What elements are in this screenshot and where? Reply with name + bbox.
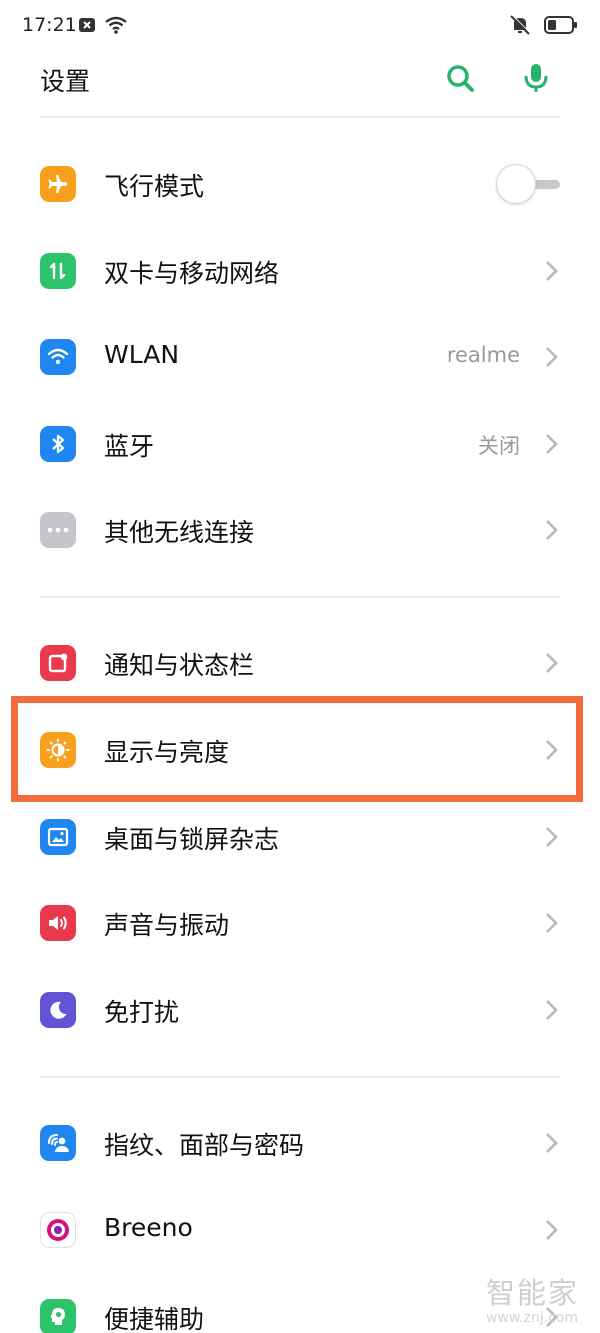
- settings-item-label: 桌面与锁屏杂志: [104, 825, 280, 854]
- notification-icon: [40, 645, 76, 681]
- moon-icon: [40, 992, 76, 1028]
- chevron-right-icon: [544, 345, 560, 369]
- chevron-right-icon: [544, 911, 560, 935]
- status-time: 17:21: [22, 14, 77, 36]
- section-divider: [40, 1076, 560, 1078]
- voice-button[interactable]: [516, 60, 556, 100]
- watermark-text: 智能家: [486, 1276, 580, 1310]
- settings-item-label: 指纹、面部与密码: [104, 1131, 305, 1160]
- airplane-toggle[interactable]: [496, 164, 562, 204]
- bluetooth-icon: [40, 426, 76, 462]
- breeno-icon: [40, 1212, 76, 1248]
- fingerprint-face-icon: [40, 1125, 76, 1161]
- speaker-icon: [40, 905, 76, 941]
- chevron-right-icon: [544, 259, 560, 283]
- settings-item-label: 显示与亮度: [104, 738, 230, 767]
- settings-item-label: 蓝牙: [104, 432, 155, 461]
- section-divider: [40, 596, 560, 598]
- settings-item-value: realme: [446, 343, 520, 367]
- wifi-icon: [40, 339, 76, 375]
- page-title: 设置: [40, 67, 91, 96]
- settings-item-label: WLAN: [104, 340, 180, 369]
- settings-item-label: 飞行模式: [104, 172, 205, 201]
- header-divider: [40, 116, 560, 118]
- chevron-right-icon: [544, 432, 560, 456]
- mic-icon: [522, 62, 550, 98]
- mobile-data-icon: [40, 253, 76, 289]
- airplane-icon: [40, 166, 76, 202]
- mute-vibrate-icon: [508, 14, 532, 40]
- watermark: 智能家 www.znj.com: [486, 1270, 596, 1330]
- settings-item-display[interactable]: 显示与亮度: [0, 707, 600, 793]
- settings-item-sound[interactable]: 声音与振动: [0, 880, 600, 966]
- watermark-url: www.znj.com: [486, 1310, 578, 1326]
- settings-item-breeno[interactable]: Breeno: [0, 1187, 600, 1273]
- settings-item-value: 关闭: [478, 434, 520, 458]
- chevron-right-icon: [544, 518, 560, 542]
- wifi-icon: [104, 15, 128, 39]
- wallpaper-icon: [40, 819, 76, 855]
- search-button[interactable]: [440, 60, 480, 100]
- settings-item-security[interactable]: 指纹、面部与密码: [0, 1100, 600, 1186]
- settings-item-label: 双卡与移动网络: [104, 259, 280, 288]
- toggle-knob: [496, 164, 536, 204]
- settings-item-bluetooth[interactable]: 蓝牙 关闭: [0, 401, 600, 487]
- header: 设置: [0, 52, 600, 116]
- settings-item-label: 其他无线连接: [104, 518, 255, 547]
- settings-item-label: 便捷辅助: [104, 1305, 205, 1333]
- settings-item-wallpaper[interactable]: 桌面与锁屏杂志: [0, 794, 600, 880]
- status-bar: 17:21: [0, 0, 600, 52]
- accessibility-icon: [40, 1299, 76, 1333]
- settings-item-wlan[interactable]: WLAN realme: [0, 314, 600, 400]
- settings-item-other-wireless[interactable]: 其他无线连接: [0, 487, 600, 573]
- battery-icon: [544, 15, 578, 39]
- settings-item-airplane[interactable]: 飞行模式: [0, 141, 600, 227]
- chevron-right-icon: [544, 738, 560, 762]
- settings-item-label: 通知与状态栏: [104, 651, 255, 680]
- settings-item-dnd[interactable]: 免打扰: [0, 967, 600, 1053]
- more-dots-icon: [40, 512, 76, 548]
- settings-item-dual-sim[interactable]: 双卡与移动网络: [0, 228, 600, 314]
- chevron-right-icon: [544, 998, 560, 1022]
- chevron-right-icon: [544, 1131, 560, 1155]
- chevron-right-icon: [544, 651, 560, 675]
- settings-item-label: 声音与振动: [104, 911, 230, 940]
- chevron-right-icon: [544, 1218, 560, 1242]
- search-icon: [445, 63, 475, 97]
- settings-item-label: 免打扰: [104, 998, 180, 1027]
- brightness-icon: [40, 732, 76, 768]
- settings-item-label: Breeno: [104, 1213, 193, 1242]
- close-icon: [78, 16, 96, 38]
- settings-item-notifications[interactable]: 通知与状态栏: [0, 620, 600, 706]
- chevron-right-icon: [544, 825, 560, 849]
